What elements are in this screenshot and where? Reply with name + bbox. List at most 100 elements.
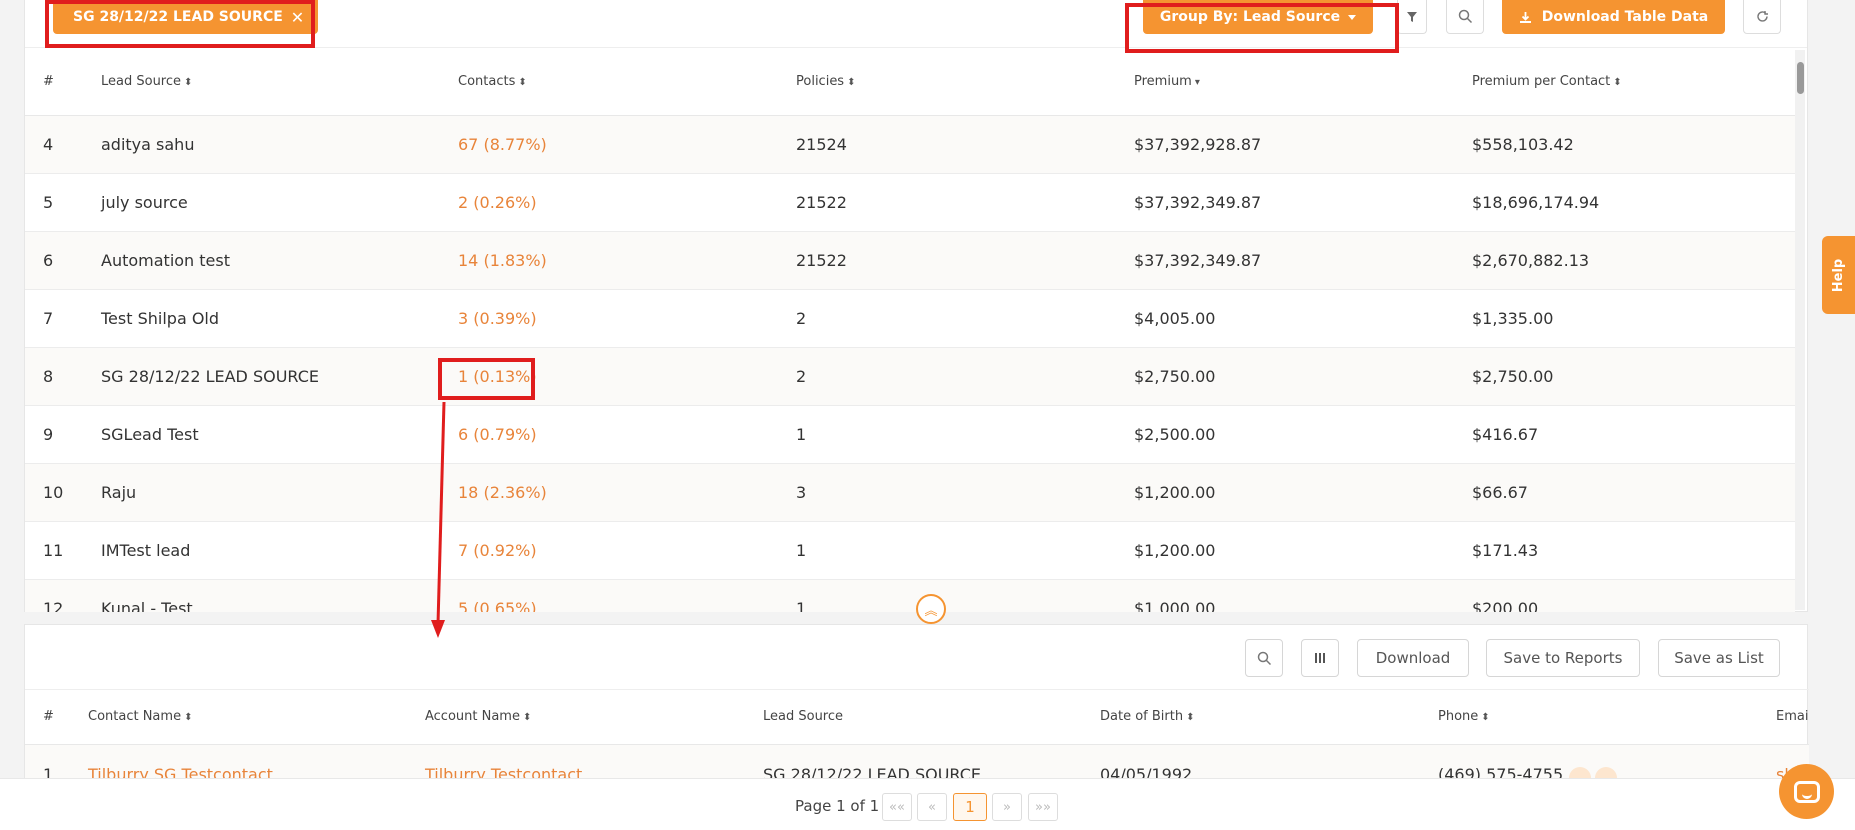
next-page-button[interactable]: » (992, 793, 1022, 821)
row-index: 7 (43, 309, 54, 328)
policies-cell: 1 (796, 599, 807, 612)
collapse-button[interactable]: ︽ (916, 594, 946, 624)
row-index: 5 (43, 193, 54, 212)
download-button[interactable]: Download (1357, 639, 1469, 677)
table-row[interactable]: 9 SGLead Test 6 (0.79%) 1 $2,500.00 $416… (25, 406, 1795, 464)
table-header: # Lead Source ⬍ Contacts ⬍ Policies ⬍ Premi… (25, 48, 1795, 116)
table-body: 4 aditya sahu 67 (8.77%) 21524 $37,392,9… (25, 116, 1795, 612)
policies-cell: 2 (796, 367, 807, 386)
lead-source-cell: Kunal - Test (101, 599, 193, 612)
premium-cell: $4,005.00 (1134, 309, 1216, 328)
policies-cell: 1 (796, 541, 807, 560)
col-policies[interactable]: Policies ⬍ (796, 74, 855, 89)
col-date-of-birth[interactable]: Date of Birth ⬍ (1100, 709, 1194, 724)
save-to-reports-button[interactable]: Save to Reports (1486, 639, 1640, 677)
premium-cell: $37,392,928.87 (1134, 135, 1262, 154)
save-as-list-button[interactable]: Save as List (1658, 639, 1780, 677)
sort-icon: ⬍ (184, 712, 193, 723)
chat-icon (1793, 780, 1820, 803)
premium-per-contact-cell: $66.67 (1472, 483, 1528, 502)
sort-icon: ⬍ (518, 77, 527, 88)
contacts-link[interactable]: 7 (0.92%) (458, 522, 537, 580)
prev-page-button[interactable]: « (917, 793, 947, 821)
columns-button[interactable] (1301, 639, 1339, 677)
col-account-name[interactable]: Account Name ⬍ (425, 709, 531, 724)
premium-per-contact-cell: $1,335.00 (1472, 309, 1554, 328)
refresh-button[interactable] (1743, 0, 1781, 34)
premium-per-contact-cell: $18,696,174.94 (1472, 193, 1600, 212)
refresh-icon (1756, 11, 1768, 22)
col-phone[interactable]: Phone ⬍ (1438, 709, 1490, 724)
row-index: 12 (43, 599, 64, 612)
download-icon (1519, 11, 1531, 23)
col-premium-per-contact[interactable]: Premium per Contact ⬍ (1472, 74, 1622, 89)
contacts-link[interactable]: 3 (0.39%) (458, 290, 537, 348)
contacts-link[interactable]: 6 (0.79%) (458, 406, 537, 464)
row-index: 9 (43, 425, 54, 444)
scrollbar-thumb[interactable] (1797, 62, 1804, 94)
download-table-label: Download Table Data (1541, 9, 1709, 25)
page: SG 28/12/22 LEAD SOURCE ✕ Group By: Lead… (0, 0, 1855, 830)
search-icon (1458, 9, 1472, 24)
contacts-search-button[interactable] (1245, 639, 1283, 677)
sort-icon: ⬍ (1613, 77, 1622, 88)
col-email[interactable]: Emai (1776, 709, 1808, 724)
contacts-link[interactable]: 67 (8.77%) (458, 116, 547, 174)
col-contact-name[interactable]: Contact Name ⬍ (88, 709, 192, 724)
save-to-reports-label: Save to Reports (1503, 649, 1623, 667)
premium-per-contact-cell: $558,103.42 (1472, 135, 1574, 154)
policies-cell: 1 (796, 425, 807, 444)
search-icon (1257, 651, 1271, 665)
premium-per-contact-cell: $416.67 (1472, 425, 1539, 444)
premium-cell: $2,500.00 (1134, 425, 1216, 444)
filter-button[interactable] (1397, 0, 1427, 34)
sort-icon: ⬍ (184, 77, 193, 88)
policies-cell: 21522 (796, 193, 847, 212)
col-lead-source[interactable]: Lead Source ⬍ (101, 74, 192, 89)
policies-cell: 2 (796, 309, 807, 328)
chevron-double-up-icon: ︽ (924, 603, 938, 619)
row-index: 4 (43, 135, 54, 154)
search-button[interactable] (1446, 0, 1484, 34)
last-page-button[interactable]: »» (1028, 793, 1058, 821)
download-table-data-button[interactable]: Download Table Data (1502, 0, 1725, 34)
premium-cell: $37,392,349.87 (1134, 251, 1262, 270)
policies-cell: 21524 (796, 135, 847, 154)
lead-source-cell: Raju (101, 483, 137, 502)
table-row[interactable]: 8 SG 28/12/22 LEAD SOURCE 1 (0.13%) 2 $2… (25, 348, 1795, 406)
lead-source-cell: SG 28/12/22 LEAD SOURCE (101, 367, 320, 386)
first-page-button[interactable]: «« (882, 793, 912, 821)
page-1-button[interactable]: 1 (953, 793, 987, 821)
col-index: # (43, 74, 54, 89)
col-contacts[interactable]: Contacts ⬍ (458, 74, 527, 89)
contacts-link[interactable]: 2 (0.26%) (458, 174, 537, 232)
premium-cell: $1,200.00 (1134, 483, 1216, 502)
row-index: 6 (43, 251, 54, 270)
premium-per-contact-cell: $2,670,882.13 (1472, 251, 1590, 270)
contacts-link[interactable]: 14 (1.83%) (458, 232, 547, 290)
lead-source-cell: SGLead Test (101, 425, 199, 444)
table-row[interactable]: 6 Automation test 14 (1.83%) 21522 $37,3… (25, 232, 1795, 290)
help-tab[interactable]: Help (1822, 236, 1855, 314)
table-row[interactable]: 5 july source 2 (0.26%) 21522 $37,392,34… (25, 174, 1795, 232)
table-row[interactable]: 7 Test Shilpa Old 3 (0.39%) 2 $4,005.00 … (25, 290, 1795, 348)
sort-icon: ⬍ (847, 77, 856, 88)
contacts-link[interactable]: 5 (0.65%) (458, 580, 537, 612)
table-row[interactable]: 4 aditya sahu 67 (8.77%) 21524 $37,392,9… (25, 116, 1795, 174)
table-row[interactable]: 12 Kunal - Test 5 (0.65%) 1 $1,000.00 $2… (25, 580, 1795, 612)
page-label: Page 1 of 1 (795, 797, 880, 815)
annotation-box-group-by (1125, 3, 1399, 53)
chat-button[interactable] (1779, 764, 1834, 819)
lead-source-cell: Automation test (101, 251, 230, 270)
vertical-scrollbar[interactable] (1795, 50, 1805, 610)
table-row[interactable]: 10 Raju 18 (2.36%) 3 $1,200.00 $66.67 (25, 464, 1795, 522)
sort-icon: ⬍ (1186, 712, 1195, 723)
lead-source-cell: july source (101, 193, 188, 212)
table-row[interactable]: 11 IMTest lead 7 (0.92%) 1 $1,200.00 $17… (25, 522, 1795, 580)
help-label: Help (1831, 258, 1846, 292)
save-as-list-label: Save as List (1674, 649, 1764, 667)
col-lead-source: Lead Source (763, 709, 844, 724)
policies-cell: 3 (796, 483, 807, 502)
col-premium[interactable]: Premium ▾ (1134, 74, 1200, 89)
contacts-link[interactable]: 18 (2.36%) (458, 464, 547, 522)
